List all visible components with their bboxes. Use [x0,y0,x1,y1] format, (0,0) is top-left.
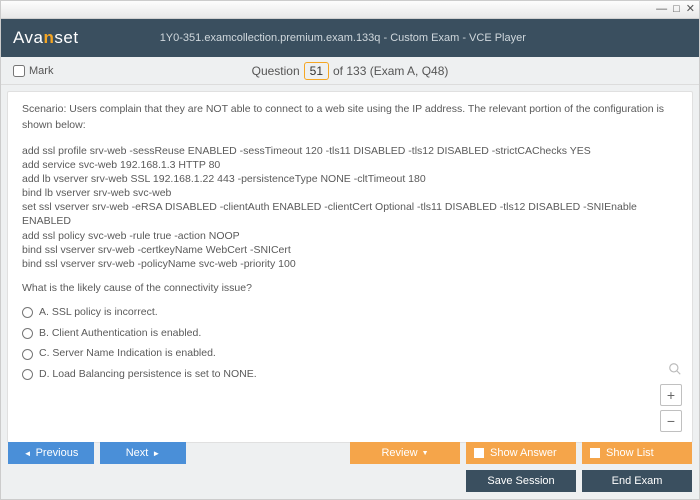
zoom-out-button[interactable]: − [660,410,682,432]
question-number: 51 [304,62,329,80]
question-bar: Mark Question 51 of 133 (Exam A, Q48) [1,57,699,85]
option-label: A. SSL policy is incorrect. [39,305,158,321]
zoom-controls: + − [660,362,682,432]
maximize-icon[interactable]: □ [673,4,680,15]
logo-accent: n [44,28,55,47]
question-content: Scenario: Users complain that they are N… [7,91,693,443]
logo-part: set [54,28,78,47]
checkbox-icon [590,448,600,458]
option-label: D. Load Balancing persistence is set to … [39,367,257,383]
minimize-icon[interactable]: — [656,4,667,15]
option-a[interactable]: A. SSL policy is incorrect. [22,305,678,321]
footer: Previous Next Review Show Answer Show Li… [0,436,700,500]
app-header: Avanset 1Y0-351.examcollection.premium.e… [1,19,699,57]
option-radio[interactable] [22,349,33,360]
magnifier-icon[interactable] [668,362,682,376]
question-word: Question [252,64,300,78]
review-button[interactable]: Review [350,442,460,464]
option-label: B. Client Authentication is enabled. [39,326,201,342]
previous-button[interactable]: Previous [8,442,94,464]
option-d[interactable]: D. Load Balancing persistence is set to … [22,367,678,383]
mark-checkbox-wrap[interactable]: Mark [13,65,53,77]
logo-part: Ava [13,28,44,47]
show-list-button[interactable]: Show List [582,442,692,464]
option-b[interactable]: B. Client Authentication is enabled. [22,326,678,342]
option-radio[interactable] [22,369,33,380]
option-label: C. Server Name Indication is enabled. [39,346,216,362]
checkbox-icon [474,448,484,458]
scenario-text: Scenario: Users complain that they are N… [22,102,678,134]
button-label: Show Answer [490,447,557,459]
option-radio[interactable] [22,328,33,339]
question-text: What is the likely cause of the connecti… [22,281,678,297]
option-radio[interactable] [22,307,33,318]
option-c[interactable]: C. Server Name Indication is enabled. [22,346,678,362]
close-icon[interactable]: ✕ [686,4,695,15]
mark-label: Mark [29,65,53,77]
window-controls: — □ ✕ [1,1,699,19]
zoom-in-button[interactable]: + [660,384,682,406]
question-total: of 133 (Exam A, Q48) [333,64,448,78]
window-title: 1Y0-351.examcollection.premium.exam.133q… [79,32,607,44]
logo: Avanset [13,28,79,48]
show-answer-button[interactable]: Show Answer [466,442,576,464]
config-block: add ssl profile srv-web -sessReuse ENABL… [22,144,678,272]
next-button[interactable]: Next [100,442,186,464]
end-exam-button[interactable]: End Exam [582,470,692,492]
options-group: A. SSL policy is incorrect. B. Client Au… [22,305,678,383]
mark-checkbox[interactable] [13,65,25,77]
button-label: Show List [606,447,654,459]
save-session-button[interactable]: Save Session [466,470,576,492]
